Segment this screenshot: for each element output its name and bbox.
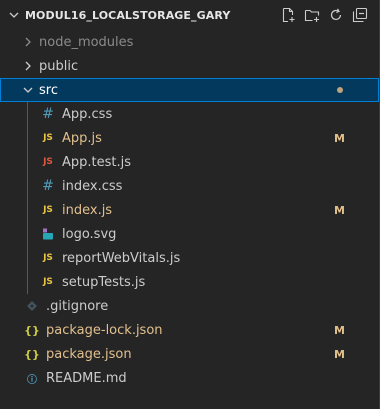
- src-children: # App.css JS App.js M JS App.test.js # i…: [0, 102, 379, 294]
- folder-label: node_modules: [39, 34, 134, 50]
- svg-file-icon: [40, 226, 56, 242]
- js-file-icon: JS: [43, 133, 53, 143]
- file-label: setupTests.js: [62, 274, 146, 290]
- chevron-down-icon: [20, 82, 36, 98]
- file-logo-svg[interactable]: logo.svg: [0, 222, 379, 246]
- file-app-css[interactable]: # App.css: [0, 102, 379, 126]
- file-tree: node_modules public src # App.css JS App: [0, 30, 379, 390]
- new-file-icon[interactable]: [279, 6, 297, 24]
- css-file-icon: #: [42, 178, 54, 194]
- file-label: App.css: [62, 106, 113, 122]
- json-file-icon: {}: [24, 347, 40, 361]
- folder-label: src: [39, 82, 58, 98]
- file-app-test-js[interactable]: JS App.test.js: [0, 150, 379, 174]
- js-file-icon: JS: [43, 205, 53, 215]
- file-label: App.js: [62, 130, 102, 146]
- info-icon: ⓘ: [27, 374, 37, 386]
- git-status-badge: M: [334, 323, 345, 337]
- workspace-title: MODUL16_LOCALSTORAGE_GARY: [25, 8, 231, 22]
- git-status-badge: M: [334, 347, 345, 361]
- file-gitignore[interactable]: .gitignore: [0, 294, 379, 318]
- file-label: README.md: [46, 370, 127, 386]
- file-label: App.test.js: [62, 154, 132, 170]
- file-label: .gitignore: [46, 298, 109, 314]
- js-file-icon: JS: [43, 253, 53, 263]
- chevron-down-icon[interactable]: [6, 7, 22, 23]
- file-readme[interactable]: ⓘ README.md: [0, 366, 379, 390]
- file-setup-tests[interactable]: JS setupTests.js: [0, 270, 379, 294]
- js-file-icon: JS: [43, 277, 53, 287]
- file-index-js[interactable]: JS index.js M: [0, 198, 379, 222]
- file-label: index.css: [62, 178, 123, 194]
- file-app-js[interactable]: JS App.js M: [0, 126, 379, 150]
- chevron-right-icon: [20, 34, 36, 50]
- file-index-css[interactable]: # index.css: [0, 174, 379, 198]
- folder-src[interactable]: src: [0, 78, 379, 102]
- modified-dot-icon: [337, 87, 343, 93]
- file-label: package-lock.json: [46, 322, 163, 338]
- file-label: index.js: [62, 202, 113, 218]
- explorer-actions: [279, 6, 369, 24]
- css-file-icon: #: [42, 106, 54, 122]
- folder-node-modules[interactable]: node_modules: [0, 30, 379, 54]
- folder-public[interactable]: public: [0, 54, 379, 78]
- git-diamond-icon: [24, 298, 40, 314]
- explorer-header[interactable]: MODUL16_LOCALSTORAGE_GARY: [0, 0, 379, 30]
- file-package-json[interactable]: {} package.json M: [0, 342, 379, 366]
- explorer-panel: MODUL16_LOCALSTORAGE_GARY node_modules p…: [0, 0, 380, 409]
- file-report-web-vitals[interactable]: JS reportWebVitals.js: [0, 246, 379, 270]
- file-label: package.json: [46, 346, 132, 362]
- new-folder-icon[interactable]: [303, 6, 321, 24]
- git-status-badge: M: [334, 203, 345, 217]
- file-label: reportWebVitals.js: [62, 250, 181, 266]
- file-label: logo.svg: [62, 226, 117, 242]
- refresh-icon[interactable]: [327, 6, 345, 24]
- chevron-right-icon: [20, 58, 36, 74]
- collapse-all-icon[interactable]: [351, 6, 369, 24]
- folder-label: public: [39, 58, 79, 74]
- git-status-badge: M: [334, 131, 345, 145]
- test-file-icon: JS: [43, 157, 53, 167]
- file-package-lock-json[interactable]: {} package-lock.json M: [0, 318, 379, 342]
- json-file-icon: {}: [24, 323, 40, 337]
